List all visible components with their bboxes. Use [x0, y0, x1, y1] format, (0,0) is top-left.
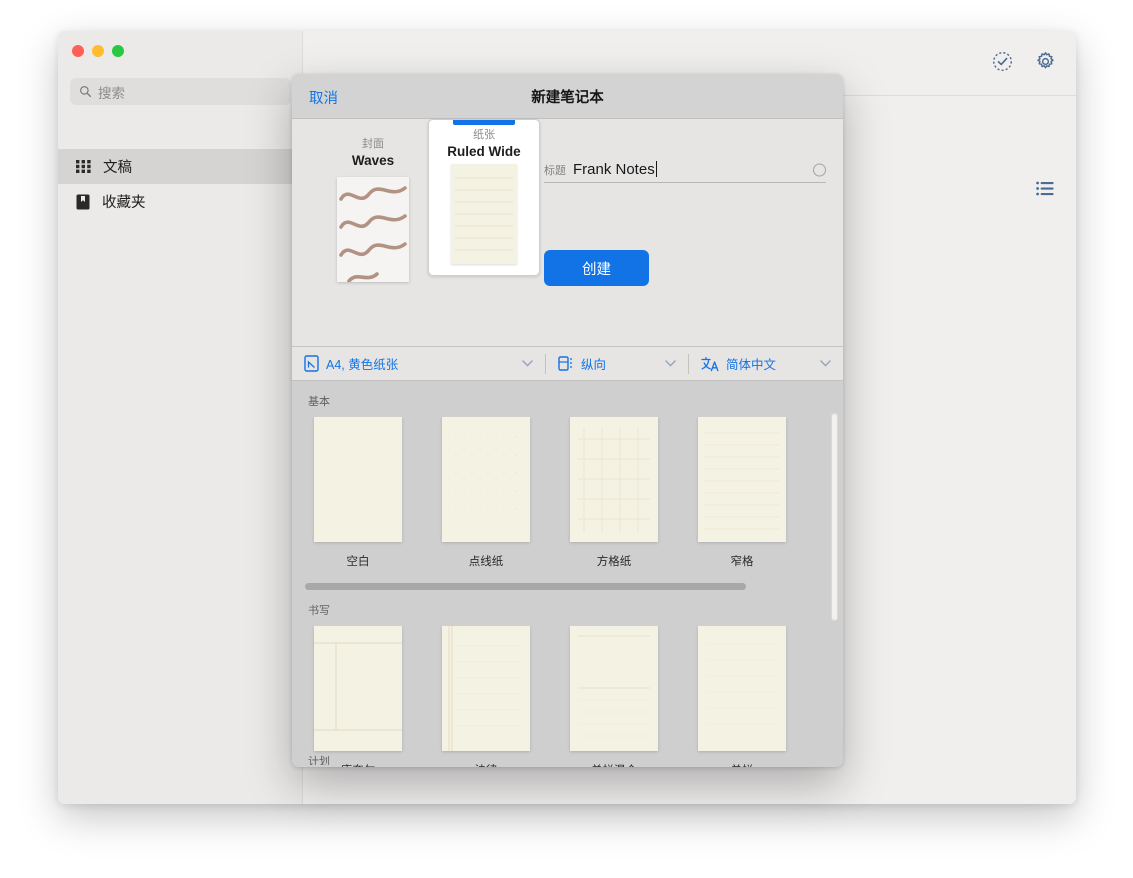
selection-indicator — [453, 120, 515, 125]
dialog-header: 取消 新建笔记本 — [292, 74, 843, 119]
template-tile[interactable]: 点线纸 — [442, 417, 530, 569]
paper-kind-label: 纸张 — [473, 129, 495, 141]
create-button[interactable]: 创建 — [544, 250, 649, 286]
cover-preview[interactable]: 封面 Waves — [308, 129, 438, 329]
template-caption: 单栏 — [698, 762, 786, 767]
template-tile[interactable]: 方格纸 — [570, 417, 658, 569]
template-tile[interactable]: 法律 — [442, 626, 530, 767]
chevron-down-icon[interactable] — [651, 360, 676, 367]
option-label: 简体中文 — [726, 358, 777, 372]
text-caret — [655, 161, 657, 177]
option-paper-size[interactable]: A4, 黄色纸张 — [292, 347, 545, 380]
screen: 搜索 文稿 收藏夹 取消 新建笔记本 封面 Waves 纸张 Ruled Wid… — [0, 0, 1133, 878]
template-thumbnail-cornell — [314, 626, 402, 751]
group-label-planning: 计划 — [308, 756, 330, 765]
bookmark-icon — [76, 194, 90, 210]
close-button[interactable] — [72, 45, 84, 57]
group-label-basic: 基本 — [308, 396, 330, 408]
sidebar-item-label: 文稿 — [103, 160, 132, 176]
option-language[interactable]: 简体中文 — [689, 347, 843, 380]
title-field-value: Frank Notes — [573, 161, 657, 178]
maximize-button[interactable] — [112, 45, 124, 57]
horizontal-scrollbar-basic[interactable] — [305, 583, 830, 590]
title-field-label: 标题 — [544, 164, 566, 177]
scrollbar-thumb[interactable] — [305, 583, 746, 590]
template-thumbnail-legal — [442, 626, 530, 751]
option-orientation[interactable]: 纵向 — [546, 347, 688, 380]
sidebar-item-documents[interactable]: 文稿 — [58, 149, 303, 184]
chevron-down-icon[interactable] — [806, 360, 831, 367]
template-row-writing[interactable]: 康奈尔 — [292, 626, 843, 767]
template-caption: 窄格 — [730, 556, 754, 568]
template-tile[interactable]: 空白 — [314, 417, 402, 569]
template-thumbnail-narrow-ruled — [698, 417, 786, 542]
template-tile[interactable]: 康奈尔 — [314, 626, 402, 767]
search-icon — [79, 85, 92, 98]
template-caption: 点线纸 — [468, 556, 504, 568]
template-tile[interactable]: 单栏 — [698, 626, 786, 767]
paper-thumbnail — [451, 164, 517, 264]
cover-thumbnail — [337, 177, 409, 282]
template-caption: 方格纸 — [596, 556, 632, 568]
template-caption: 单栏混合 — [570, 762, 658, 767]
sidebar-item-favorites[interactable]: 收藏夹 — [58, 184, 303, 219]
vertical-scrollbar[interactable] — [831, 413, 838, 621]
group-label-writing: 书写 — [308, 605, 330, 617]
template-caption: 空白 — [346, 556, 370, 568]
option-label: 纵向 — [581, 358, 607, 372]
window-controls[interactable] — [72, 45, 124, 57]
search-placeholder: 搜索 — [98, 85, 125, 101]
template-list[interactable]: 基本 空白 点线纸 方格纸 窄格 书写 计划 — [292, 381, 843, 767]
template-thumbnail-single-col — [698, 626, 786, 751]
list-view-icon[interactable] — [1036, 181, 1054, 196]
gear-icon[interactable] — [1035, 51, 1056, 72]
search-input[interactable]: 搜索 — [70, 78, 291, 105]
clear-circle-icon[interactable] — [813, 163, 826, 176]
template-tile[interactable]: 单栏混合 — [570, 626, 658, 767]
paper-options-toolbar: A4, 黄色纸张 纵向 简体中文 — [292, 347, 843, 381]
language-icon — [701, 356, 719, 372]
grid-icon — [76, 160, 91, 173]
new-notebook-dialog: 取消 新建笔记本 封面 Waves 纸张 Ruled Wide 标题 Frank… — [292, 74, 843, 767]
check-circle-dashed-icon[interactable] — [992, 51, 1013, 72]
sidebar-item-label: 收藏夹 — [102, 195, 146, 211]
title-field[interactable]: 标题 Frank Notes — [544, 157, 826, 183]
template-thumbnail-single-col-mixed — [570, 626, 658, 751]
cover-name: Waves — [351, 153, 395, 168]
scrollbar-thumb[interactable] — [831, 413, 838, 621]
template-thumbnail-blank — [314, 417, 402, 542]
paper-size-icon — [304, 355, 319, 372]
sidebar: 搜索 文稿 收藏夹 — [58, 31, 303, 804]
dialog-title: 新建笔记本 — [531, 90, 604, 106]
template-row-basic[interactable]: 空白 点线纸 方格纸 窄格 — [292, 417, 843, 575]
minimize-button[interactable] — [92, 45, 104, 57]
paper-preview[interactable]: 纸张 Ruled Wide — [428, 119, 540, 276]
template-caption: 法律 — [442, 762, 530, 767]
preview-band: 封面 Waves 纸张 Ruled Wide 标题 Frank Notes 创建 — [292, 119, 843, 347]
orientation-icon — [558, 355, 574, 372]
template-tile[interactable]: 窄格 — [698, 417, 786, 569]
cover-kind-label: 封面 — [362, 138, 384, 150]
template-thumbnail-dotted — [442, 417, 530, 542]
template-thumbnail-grid — [570, 417, 658, 542]
option-label: A4, 黄色纸张 — [326, 358, 399, 372]
chevron-down-icon[interactable] — [508, 360, 533, 367]
paper-name: Ruled Wide — [447, 144, 521, 159]
